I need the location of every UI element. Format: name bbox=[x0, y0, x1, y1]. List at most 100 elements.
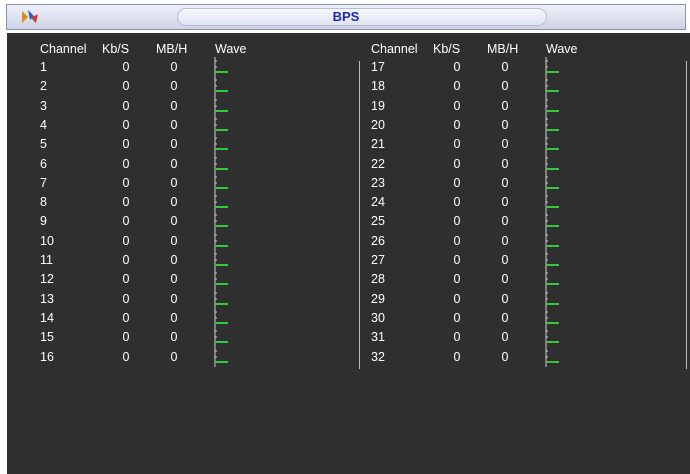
channel-number: 18 bbox=[371, 79, 385, 94]
bps-window: BPS Channel Kb/S MB/H Wave Channel Kb/S … bbox=[0, 0, 690, 474]
kbs-value: 0 bbox=[453, 330, 461, 345]
mbh-value: 0 bbox=[501, 137, 509, 152]
wave-indicator bbox=[214, 346, 228, 367]
channel-row: 10 0 0 bbox=[40, 234, 340, 250]
mbh-value: 0 bbox=[170, 272, 178, 287]
channel-number: 29 bbox=[371, 291, 385, 306]
wave-indicator bbox=[545, 288, 559, 309]
window-title: BPS bbox=[332, 9, 360, 24]
wave-indicator bbox=[545, 211, 559, 232]
mbh-value: 0 bbox=[170, 214, 178, 229]
wave-indicator bbox=[214, 269, 228, 290]
title-bar: BPS bbox=[6, 4, 686, 30]
mbh-value: 0 bbox=[501, 195, 509, 210]
wave-indicator bbox=[545, 192, 559, 213]
mbh-value: 0 bbox=[501, 60, 509, 74]
wave-indicator bbox=[214, 57, 228, 77]
mbh-value: 0 bbox=[501, 272, 509, 287]
channel-row: 11 0 0 bbox=[40, 253, 340, 269]
channel-row: 17 0 0 bbox=[371, 60, 671, 76]
kbs-value: 0 bbox=[453, 175, 461, 190]
wave-indicator bbox=[545, 57, 559, 77]
channel-row: 32 0 0 bbox=[371, 350, 671, 366]
channel-number: 25 bbox=[371, 214, 385, 229]
wave-indicator bbox=[214, 153, 228, 174]
wave-indicator bbox=[545, 327, 559, 348]
channel-row: 20 0 0 bbox=[371, 118, 671, 134]
wave-indicator bbox=[214, 192, 228, 213]
wave-indicator bbox=[214, 95, 228, 116]
channel-row: 13 0 0 bbox=[40, 292, 340, 308]
wave-indicator bbox=[545, 114, 559, 135]
kbs-value: 0 bbox=[122, 233, 130, 248]
channel-number: 26 bbox=[371, 233, 385, 248]
channel-row: 21 0 0 bbox=[371, 137, 671, 153]
bps-panel: Channel Kb/S MB/H Wave Channel Kb/S MB/H… bbox=[7, 33, 690, 474]
mbh-value: 0 bbox=[501, 156, 509, 171]
channel-number: 9 bbox=[40, 214, 47, 229]
channel-row: 25 0 0 bbox=[371, 214, 671, 230]
channel-row: 29 0 0 bbox=[371, 292, 671, 308]
channel-row: 31 0 0 bbox=[371, 330, 671, 346]
wave-indicator bbox=[214, 327, 228, 348]
header-kbs: Kb/S bbox=[433, 42, 461, 56]
mbh-value: 0 bbox=[170, 175, 178, 190]
mbh-value: 0 bbox=[501, 214, 509, 229]
wave-indicator bbox=[214, 76, 228, 97]
mbh-value: 0 bbox=[501, 253, 509, 267]
channel-row: 15 0 0 bbox=[40, 330, 340, 346]
kbs-value: 0 bbox=[122, 137, 130, 152]
kbs-value: 0 bbox=[453, 60, 461, 74]
mbh-value: 0 bbox=[170, 79, 178, 94]
channel-number: 8 bbox=[40, 195, 47, 210]
channel-number: 1 bbox=[40, 60, 47, 74]
channel-row: 2 0 0 bbox=[40, 79, 340, 95]
channel-number: 23 bbox=[371, 175, 385, 190]
mbh-value: 0 bbox=[170, 349, 178, 364]
kbs-value: 0 bbox=[122, 98, 130, 113]
channel-number: 20 bbox=[371, 117, 385, 132]
mbh-value: 0 bbox=[170, 195, 178, 210]
header-channel: Channel bbox=[371, 42, 418, 56]
kbs-value: 0 bbox=[122, 310, 130, 325]
kbs-value: 0 bbox=[122, 272, 130, 287]
mbh-value: 0 bbox=[170, 60, 178, 74]
channel-row: 3 0 0 bbox=[40, 99, 340, 115]
channel-row: 26 0 0 bbox=[371, 234, 671, 250]
channel-number: 21 bbox=[371, 137, 385, 152]
kbs-value: 0 bbox=[122, 291, 130, 306]
header-wave: Wave bbox=[546, 42, 578, 56]
channel-row: 28 0 0 bbox=[371, 272, 671, 288]
channel-number: 6 bbox=[40, 156, 47, 171]
kbs-value: 0 bbox=[453, 79, 461, 94]
channel-number: 4 bbox=[40, 117, 47, 132]
kbs-value: 0 bbox=[122, 330, 130, 345]
wave-indicator bbox=[545, 250, 559, 270]
channel-row: 24 0 0 bbox=[371, 195, 671, 211]
channel-number: 10 bbox=[40, 233, 54, 248]
header-channel: Channel bbox=[40, 42, 87, 56]
kbs-value: 0 bbox=[122, 214, 130, 229]
channel-number: 17 bbox=[371, 60, 385, 74]
channel-row: 6 0 0 bbox=[40, 157, 340, 173]
channel-row: 23 0 0 bbox=[371, 176, 671, 192]
wave-indicator bbox=[545, 134, 559, 155]
wave-indicator bbox=[214, 307, 228, 328]
channel-number: 28 bbox=[371, 272, 385, 287]
divider-bracket bbox=[686, 61, 690, 369]
mbh-value: 0 bbox=[501, 233, 509, 248]
mbh-value: 0 bbox=[501, 310, 509, 325]
kbs-value: 0 bbox=[453, 233, 461, 248]
right-header: Channel Kb/S MB/H Wave bbox=[371, 42, 671, 58]
kbs-value: 0 bbox=[122, 60, 130, 74]
mbh-value: 0 bbox=[170, 233, 178, 248]
kbs-value: 0 bbox=[453, 156, 461, 171]
kbs-value: 0 bbox=[453, 253, 461, 267]
channel-row: 8 0 0 bbox=[40, 195, 340, 211]
channel-row: 30 0 0 bbox=[371, 311, 671, 327]
left-header: Channel Kb/S MB/H Wave bbox=[40, 42, 340, 58]
channel-number: 14 bbox=[40, 310, 54, 325]
mbh-value: 0 bbox=[501, 117, 509, 132]
channel-number: 15 bbox=[40, 330, 54, 345]
kbs-value: 0 bbox=[122, 175, 130, 190]
